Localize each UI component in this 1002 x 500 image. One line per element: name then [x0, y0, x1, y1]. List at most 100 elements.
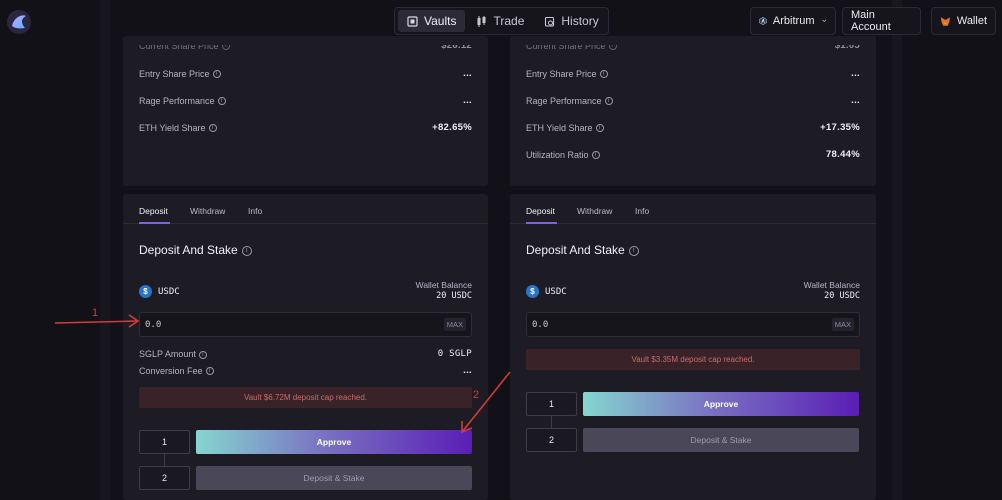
active-tab-indicator [139, 222, 170, 224]
wallet-label: Wallet [956, 15, 987, 27]
stat-row: ETH Yield Share i +82.65% [139, 122, 472, 133]
nav-tab-trade[interactable]: Trade [467, 10, 533, 32]
section-title-text: Deposit And Stake [139, 243, 238, 257]
info-icon[interactable]: i [217, 97, 226, 106]
usdc-icon: $ [139, 285, 152, 298]
annotation-label-1: 1 [92, 307, 99, 319]
info-icon[interactable]: i [208, 124, 217, 133]
balance-value: 20 USDC [824, 291, 860, 301]
stat-label: Entry Share Price [139, 68, 210, 79]
right-side-band [892, 0, 902, 500]
stat-value: ... [851, 68, 860, 79]
detail-row: Conversion Fee i ... [139, 365, 472, 376]
tab-info[interactable]: Info [248, 206, 262, 216]
token-label: USDC [158, 286, 180, 297]
deposit-tabs: Deposit Withdraw Info [510, 194, 876, 224]
tab-deposit[interactable]: Deposit [526, 206, 555, 216]
info-icon[interactable]: i [198, 350, 207, 359]
amount-input[interactable] [532, 319, 732, 330]
history-icon [545, 16, 555, 27]
balance-value: 20 USDC [436, 291, 472, 301]
stat-value: $1.05 [834, 40, 860, 51]
nav-tab-vaults[interactable]: Vaults [398, 10, 466, 32]
section-title: Deposit And Stake i [526, 243, 639, 257]
stat-label: ETH Yield Share [526, 122, 593, 133]
left-side-band [100, 0, 110, 500]
left-vault-deposit-card: Deposit Withdraw Info Deposit And Stake i… [123, 194, 488, 500]
info-icon[interactable]: i [212, 70, 221, 79]
right-vault-stats-card: Current Share Price i $1.05 Entry Share P… [510, 36, 876, 186]
step-connector [551, 416, 552, 428]
stat-label: Current Share Price [526, 40, 606, 51]
amount-input-wrapper: MAX [139, 312, 472, 337]
stat-label: ETH Yield Share [139, 122, 206, 133]
step-connector [164, 454, 165, 466]
info-icon[interactable]: i [595, 124, 604, 133]
max-button[interactable]: MAX [831, 318, 854, 331]
max-button[interactable]: MAX [443, 318, 466, 331]
tab-info[interactable]: Info [635, 206, 649, 216]
wallet-balance: Wallet Balance 20 USDC [804, 280, 860, 302]
info-icon[interactable]: i [628, 245, 639, 256]
step-2-indicator: 2 [526, 428, 577, 452]
network-label: Arbitrum [772, 15, 815, 27]
amount-input-wrapper: MAX [526, 312, 860, 337]
tab-deposit[interactable]: Deposit [139, 206, 168, 216]
wallet-balance: Wallet Balance 20 USDC [416, 280, 472, 302]
step-1-indicator: 1 [526, 392, 577, 416]
stat-label: Utilization Ratio [526, 149, 589, 160]
deposit-stake-button[interactable]: Deposit & Stake [196, 466, 472, 490]
stat-row: Current Share Price i $1.05 [526, 40, 860, 51]
stat-value: +82.65% [432, 122, 472, 133]
stat-row: Current Share Price i $26.12 [139, 40, 472, 51]
stat-label: Entry Share Price [526, 68, 597, 79]
stat-value: +17.35% [820, 122, 860, 133]
tab-withdraw[interactable]: Withdraw [577, 206, 612, 216]
deposit-cap-warning: Vault $3.35M deposit cap reached. [526, 349, 860, 370]
deposit-tabs: Deposit Withdraw Info [123, 194, 488, 224]
stat-value: ... [463, 95, 472, 106]
section-title: Deposit And Stake i [139, 243, 252, 257]
wallet-button[interactable]: Wallet [931, 7, 996, 35]
stat-label: Current Share Price [139, 40, 219, 51]
info-icon[interactable]: i [205, 367, 214, 376]
app-logo[interactable] [6, 9, 32, 35]
stat-row: Rage Performance i ... [139, 95, 472, 106]
tab-withdraw[interactable]: Withdraw [190, 206, 225, 216]
detail-label: SGLP Amount [139, 349, 196, 359]
info-icon[interactable]: i [599, 70, 608, 79]
nav-tab-history[interactable]: History [535, 10, 607, 32]
detail-label: Conversion Fee [139, 365, 203, 376]
balance-label: Wallet Balance [803, 280, 860, 290]
info-icon[interactable]: i [604, 97, 613, 106]
section-title-text: Deposit And Stake [526, 243, 625, 257]
info-icon[interactable]: i [608, 45, 617, 51]
deposit-stake-button[interactable]: Deposit & Stake [583, 428, 859, 452]
left-vault-stats-card: Current Share Price i $26.12 Entry Share … [123, 36, 488, 186]
detail-row: SGLP Amount i 0 SGLP [139, 349, 472, 359]
stat-row: ETH Yield Share i +17.35% [526, 122, 860, 133]
info-icon[interactable]: i [241, 245, 252, 256]
right-vault-deposit-card: Deposit Withdraw Info Deposit And Stake i… [510, 194, 876, 500]
balance-label: Wallet Balance [415, 280, 472, 290]
info-icon[interactable]: i [221, 45, 230, 51]
token-label: USDC [545, 286, 567, 297]
account-button[interactable]: Main Account [842, 7, 921, 35]
detail-value: 0 SGLP [437, 349, 472, 359]
stat-label: Rage Performance [526, 95, 602, 106]
approve-button[interactable]: Approve [583, 392, 859, 416]
active-tab-indicator [526, 222, 557, 224]
step-1-indicator: 1 [139, 430, 190, 454]
account-label: Main Account [851, 9, 891, 33]
stat-row: Rage Performance i ... [526, 95, 860, 106]
deposit-cap-warning: Vault $6.72M deposit cap reached. [139, 387, 472, 408]
detail-value: ... [463, 365, 472, 376]
usdc-icon: $ [526, 285, 539, 298]
approve-button[interactable]: Approve [196, 430, 472, 454]
token-selector[interactable]: $ USDC [526, 285, 567, 298]
token-selector[interactable]: $ USDC [139, 285, 180, 298]
vault-icon [407, 15, 418, 27]
amount-input[interactable] [145, 319, 345, 330]
info-icon[interactable]: i [591, 151, 600, 160]
network-selector[interactable]: Arbitrum [750, 7, 836, 35]
